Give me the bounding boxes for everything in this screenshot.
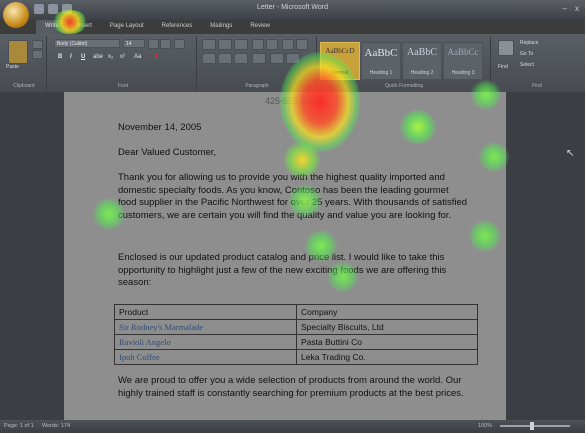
letterhead-phone: 425-555-0100 — [265, 96, 322, 106]
table-cell[interactable]: Ravioli Angelo — [114, 334, 297, 350]
table-row: Sir Rodney's Marmalade Specialty Biscuit… — [114, 319, 478, 335]
style-name: Heading 1 — [369, 70, 393, 76]
find-group: Find Replace Go To Select Find — [494, 36, 580, 90]
style-heading-1[interactable]: AaBbC Heading 1 — [361, 42, 401, 80]
grow-font-icon[interactable] — [148, 39, 159, 49]
binoculars-icon[interactable] — [498, 40, 514, 56]
letter-paragraph-2[interactable]: Enclosed is our updated product catalog … — [118, 252, 468, 290]
office-button[interactable] — [3, 2, 29, 28]
zoom-slider-handle[interactable] — [530, 422, 534, 430]
cut-icon[interactable] — [32, 40, 43, 49]
table-cell[interactable]: Specialty Biscuits, Ltd — [296, 319, 478, 335]
align-center-icon[interactable] — [218, 53, 232, 64]
tab-mailings[interactable]: Mailings — [201, 20, 241, 34]
paste-icon[interactable] — [8, 40, 28, 64]
tab-references[interactable]: References — [153, 20, 202, 34]
style-name: Normal — [331, 70, 349, 76]
font-color-button[interactable]: A — [154, 54, 158, 60]
font-size-select[interactable]: 14 — [123, 39, 145, 48]
underline-button[interactable]: U — [81, 54, 85, 60]
table-row: Ravioli Angelo Pasta Buttini Co — [114, 334, 478, 350]
tab-insert[interactable]: Insert — [68, 20, 101, 34]
mouse-cursor-icon: ↖ — [566, 148, 575, 159]
style-sample: AaBbCcD — [325, 47, 355, 55]
font-group: Body (Calibri) 14 B I U abe x₂ x² Aa A F… — [50, 36, 197, 90]
align-left-icon[interactable] — [202, 53, 216, 64]
style-sample: AaBbCc — [447, 47, 479, 57]
table-cell[interactable]: Leka Trading Co. — [296, 349, 478, 365]
line-spacing-icon[interactable] — [270, 53, 284, 64]
change-case-button[interactable]: Aa — [134, 54, 141, 60]
replace-button[interactable]: Replace — [520, 40, 538, 46]
italic-button[interactable]: I — [70, 54, 72, 60]
decrease-indent-icon[interactable] — [252, 39, 264, 50]
copy-icon[interactable] — [32, 50, 43, 59]
subscript-button[interactable]: x₂ — [108, 54, 113, 60]
zoom-slider[interactable] — [500, 425, 570, 427]
style-name: Heading 2 — [410, 70, 434, 76]
products-table: Product Company Sir Rodney's Marmalade S… — [114, 304, 478, 365]
zoom-level[interactable]: 100% — [478, 423, 492, 429]
table-cell[interactable]: Pasta Buttini Co — [296, 334, 478, 350]
justify-icon[interactable] — [252, 53, 266, 64]
strikethrough-button[interactable]: abe — [93, 54, 103, 60]
letter-paragraph-1[interactable]: Thank you for allowing us to provide you… — [118, 172, 468, 222]
paragraph-group: Paragraph — [198, 36, 317, 90]
word-window: Letter - Microsoft Word – x Write Insert… — [0, 0, 585, 433]
shading-icon[interactable] — [286, 53, 300, 64]
style-normal[interactable]: AaBbCcD Normal — [320, 42, 360, 80]
minimize-button[interactable]: – — [563, 4, 567, 13]
multilevel-list-icon[interactable] — [234, 39, 248, 50]
goto-button[interactable]: Go To — [520, 51, 533, 57]
style-sample: AaBbC — [407, 47, 437, 58]
show-marks-icon[interactable] — [296, 39, 308, 50]
letter-paragraph-3[interactable]: We are proud to offer you a wide selecti… — [118, 375, 468, 400]
table-header[interactable]: Company — [296, 304, 478, 320]
clipboard-group: Paste Clipboard — [2, 36, 47, 90]
tab-page-layout[interactable]: Page Layout — [101, 20, 153, 34]
bullets-icon[interactable] — [202, 39, 216, 50]
table-cell[interactable]: Ipoh Coffee — [114, 349, 297, 365]
paragraph-label: Paragraph — [245, 83, 269, 89]
window-controls: – x — [563, 4, 579, 13]
tab-review[interactable]: Review — [241, 20, 279, 34]
style-heading-2[interactable]: AaBbC Heading 2 — [402, 42, 442, 80]
sort-icon[interactable] — [282, 39, 294, 50]
quick-formatting-label: Quick Formatting — [384, 83, 424, 89]
word-count[interactable]: Words: 174 — [42, 423, 70, 429]
ribbon: Paste Clipboard Body (Calibri) 14 B I U … — [0, 34, 585, 93]
shrink-font-icon[interactable] — [160, 39, 171, 49]
table-header[interactable]: Product — [114, 304, 297, 320]
table-cell[interactable]: Sir Rodney's Marmalade — [114, 319, 297, 335]
style-name: Heading 3 — [451, 70, 475, 76]
letter-date[interactable]: November 14, 2005 — [118, 122, 468, 135]
superscript-button[interactable]: x² — [120, 54, 125, 60]
numbering-icon[interactable] — [218, 39, 232, 50]
clear-format-icon[interactable] — [174, 39, 185, 49]
find-button[interactable]: Find — [498, 64, 508, 70]
align-right-icon[interactable] — [234, 53, 248, 64]
ribbon-tabs: Write Insert Page Layout References Mail… — [36, 20, 279, 34]
letter-salutation[interactable]: Dear Valued Customer, — [118, 147, 468, 160]
find-label: Find — [532, 83, 542, 89]
tab-write[interactable]: Write — [36, 20, 68, 34]
window-title: Letter - Microsoft Word — [256, 4, 329, 11]
page-count[interactable]: Page: 1 of 1 — [4, 423, 34, 429]
clipboard-label: Clipboard — [13, 83, 35, 89]
bold-button[interactable]: B — [58, 54, 62, 60]
style-sample: AaBbC — [364, 47, 398, 59]
styles-group: AaBbCcD Normal AaBbC Heading 1 AaBbC Hea… — [318, 36, 491, 90]
status-bar: Page: 1 of 1 Words: 174 100% — [0, 420, 585, 433]
close-button[interactable]: x — [575, 4, 579, 13]
paste-label: Paste — [6, 64, 19, 70]
title-bar: Letter - Microsoft Word – x — [0, 0, 585, 20]
table-header-row: Product Company — [114, 304, 478, 320]
font-name-select[interactable]: Body (Calibri) — [54, 39, 120, 48]
select-button[interactable]: Select — [520, 62, 534, 68]
table-row: Ipoh Coffee Leka Trading Co. — [114, 349, 478, 365]
style-heading-3[interactable]: AaBbCc Heading 3 — [443, 42, 483, 80]
increase-indent-icon[interactable] — [266, 39, 278, 50]
font-label: Font — [117, 83, 128, 89]
